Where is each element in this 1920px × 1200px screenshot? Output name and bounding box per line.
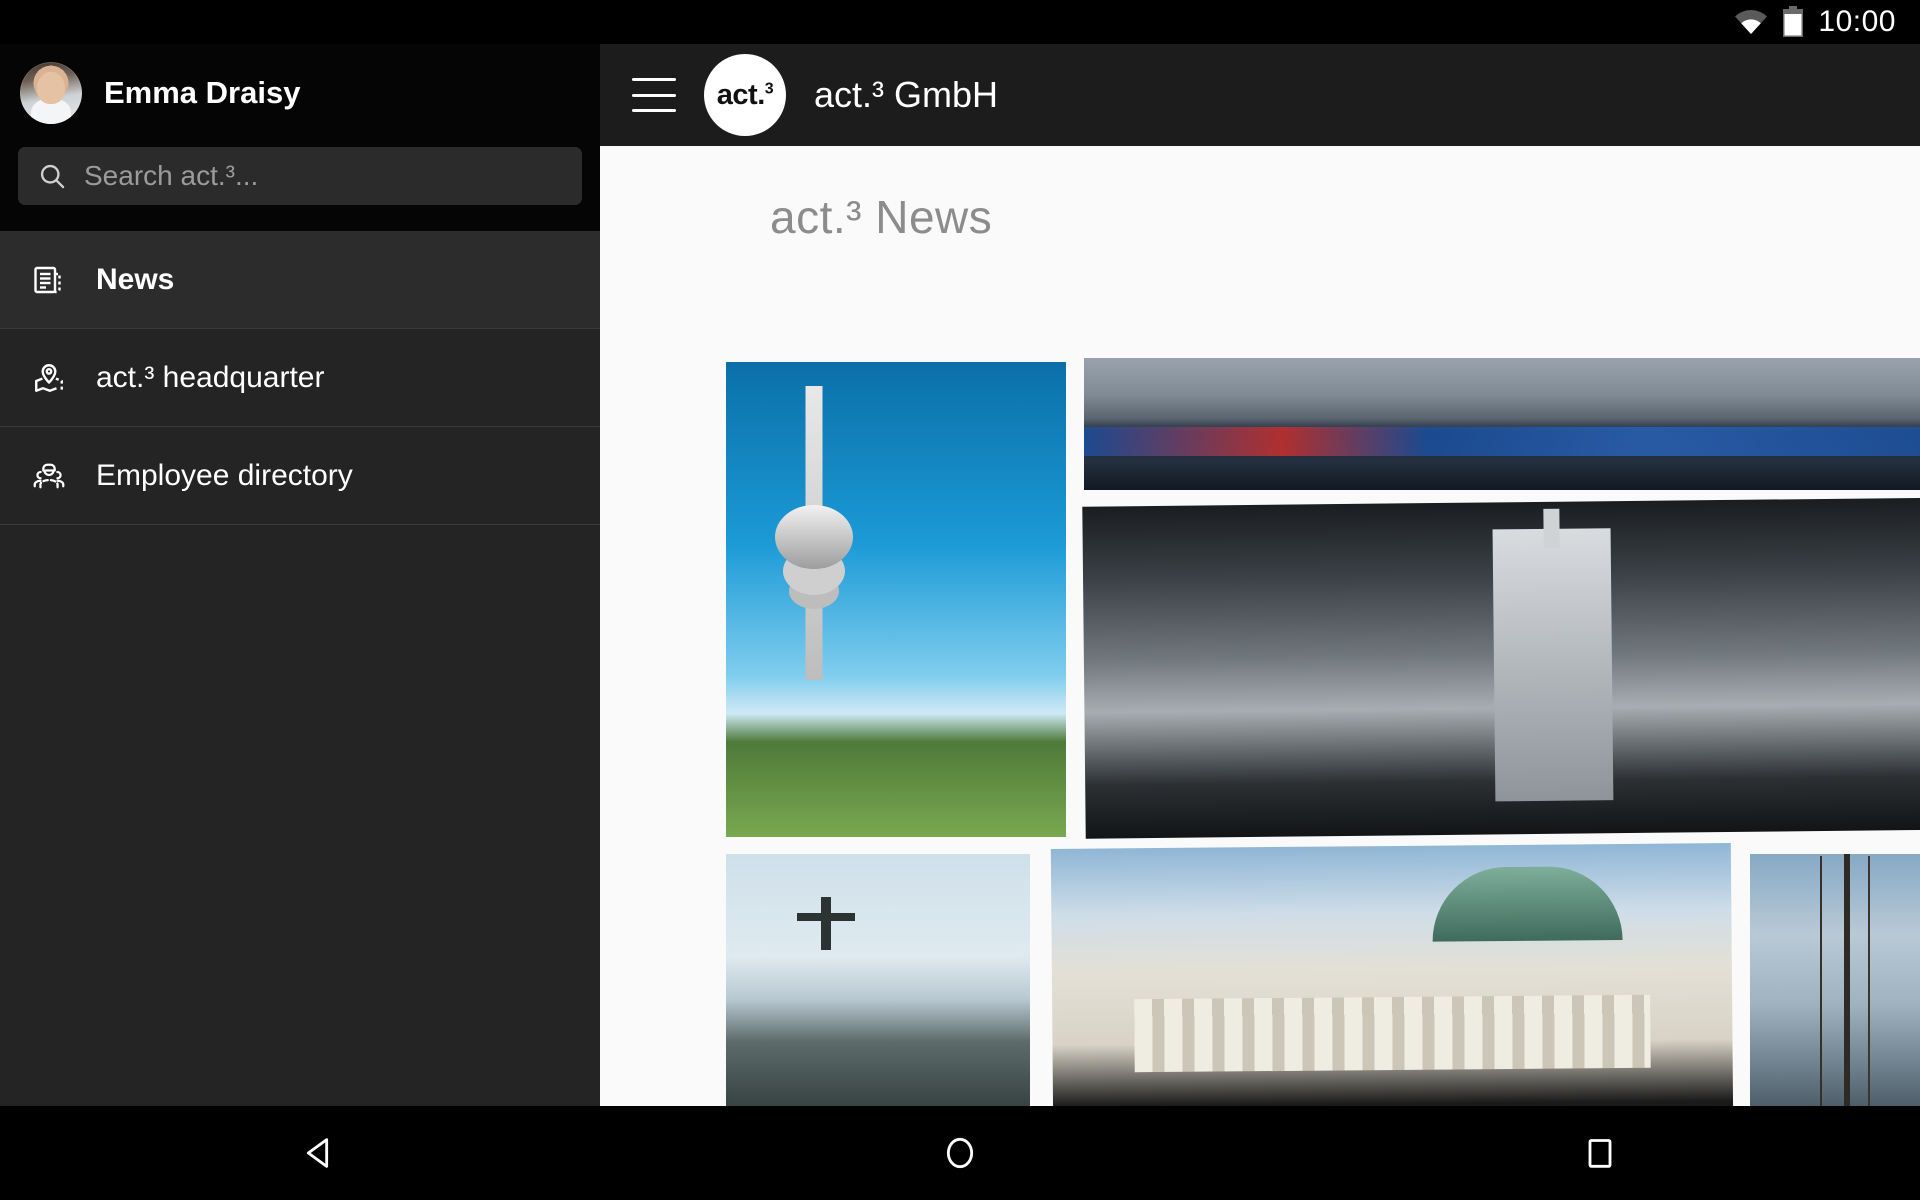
back-button[interactable]: [260, 1106, 380, 1200]
navigation-drawer: Emma Draisy Search act.³... News act.³ h…: [0, 44, 600, 1106]
drawer-header: Emma Draisy: [0, 44, 600, 147]
wifi-icon: [1735, 10, 1768, 34]
act3-logo: act.3: [704, 54, 786, 136]
sidebar-item-label: News: [96, 262, 175, 296]
app-bar-title: act.³ GmbH: [814, 74, 999, 115]
search-icon: [40, 164, 65, 189]
news-photo-collage: [726, 358, 1920, 1106]
gallery-item-christ-the-redeemer[interactable]: [726, 854, 1030, 1106]
status-bar-time: 10:00: [1818, 5, 1896, 38]
profile-block[interactable]: Emma Draisy: [20, 62, 300, 124]
gallery-item-office-building-tree[interactable]: [1750, 854, 1920, 1106]
recents-button[interactable]: [1540, 1106, 1660, 1200]
home-button[interactable]: [900, 1106, 1020, 1200]
hamburger-menu-icon[interactable]: [632, 78, 676, 112]
drawer-nav-list: News act.³ headquarter Employee director…: [0, 231, 600, 525]
page-title: act.³ News: [770, 191, 993, 243]
android-navigation-bar: [0, 1106, 1920, 1200]
gallery-item-reichstag-berlin[interactable]: [1050, 843, 1734, 1106]
content-area: act.³ News: [600, 146, 1920, 1106]
tablet-screen: 10:00 Emma Draisy Search act.³... News a…: [0, 0, 1920, 1200]
people-group-icon: [28, 455, 70, 497]
search-placeholder: Search act.³...: [84, 160, 259, 191]
profile-name: Emma Draisy: [104, 75, 301, 110]
sidebar-item-news[interactable]: News: [0, 231, 600, 329]
sidebar-item-label: Employee directory: [96, 458, 353, 492]
sidebar-item-employee-directory[interactable]: Employee directory: [0, 427, 600, 525]
logo-label: act.3: [716, 78, 774, 111]
search-input[interactable]: Search act.³...: [18, 147, 582, 205]
back-triangle-icon: [306, 1138, 329, 1168]
recents-square-icon: [1588, 1139, 1612, 1168]
app-bar: act.3 act.³ GmbH: [600, 44, 1920, 146]
newspaper-icon: [28, 259, 70, 301]
battery-icon: [1783, 6, 1804, 37]
avatar: [20, 62, 82, 124]
home-circle-icon: [946, 1137, 974, 1169]
sidebar-item-label: act.³ headquarter: [96, 360, 325, 394]
map-pin-icon: [28, 357, 70, 399]
main-panel: act.3 act.³ GmbH act.³ News: [600, 44, 1920, 1106]
search-container: Search act.³...: [0, 147, 600, 231]
gallery-item-olympic-stadium-panorama[interactable]: [1084, 358, 1920, 490]
gallery-item-warsaw-palace-of-culture[interactable]: [1082, 497, 1920, 839]
gallery-item-munich-olympic-tower[interactable]: [726, 362, 1066, 837]
android-status-bar: 10:00: [0, 0, 1920, 44]
sidebar-item-headquarter[interactable]: act.³ headquarter: [0, 329, 600, 427]
